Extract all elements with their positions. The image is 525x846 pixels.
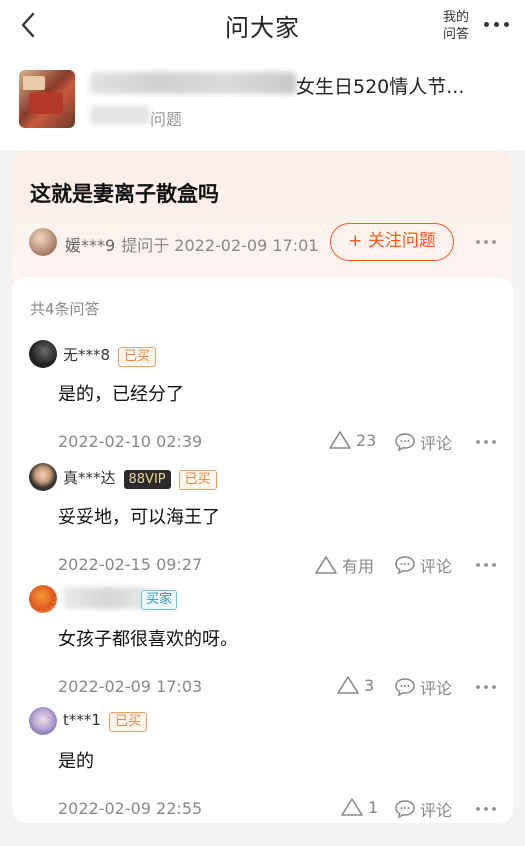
answer-user: t***1 已买 bbox=[63, 711, 147, 732]
top-navigation-bar: 问大家 我的 问答 bbox=[0, 0, 525, 50]
comment-bubble-icon bbox=[395, 800, 415, 819]
avatar[interactable] bbox=[29, 463, 57, 491]
comment-label: 评论 bbox=[420, 679, 453, 698]
answer-text: 女孩子都很喜欢的呀。 bbox=[58, 629, 238, 650]
answer-date: 2022-02-15 09:27 bbox=[58, 555, 203, 574]
question-title: 这就是妻离子散盒吗 bbox=[30, 182, 219, 206]
answers-count: 共4条问答 bbox=[30, 300, 100, 318]
comment-bubble-icon bbox=[395, 556, 415, 575]
answer-date: 2022-02-09 17:03 bbox=[58, 677, 203, 696]
question-card: 这就是妻离子散盒吗 媛***9 提问于 2022-02-09 17:01 + 关注… bbox=[12, 152, 513, 287]
avatar[interactable] bbox=[29, 340, 57, 368]
follow-question-button[interactable]: + 关注问题 bbox=[330, 223, 454, 261]
list-item: 买家 女孩子都很喜欢的呀。 2022-02-09 17:03 3 评论 bbox=[12, 585, 513, 707]
product-count-redacted bbox=[90, 106, 150, 124]
list-item: 真***达 88VIP 已买 妥妥地，可以海王了 2022-02-15 09:27 … bbox=[12, 463, 513, 585]
thumb-up-triangle-icon bbox=[315, 556, 337, 574]
upvote-label: 有用 bbox=[342, 557, 375, 576]
list-item: t***1 已买 是的 2022-02-09 22:55 1 评论 bbox=[12, 707, 513, 829]
avatar[interactable] bbox=[29, 707, 57, 735]
comment-label: 评论 bbox=[420, 801, 453, 820]
answers-list: 共4条问答 无***8 已买 是的，已经分了 2022-02-10 02:39 2… bbox=[12, 278, 513, 823]
buyer-badge: 买家 bbox=[141, 590, 178, 610]
answer-text: 妥妥地，可以海王了 bbox=[58, 507, 220, 528]
product-question-count-label: 问题 bbox=[150, 110, 183, 129]
answer-text: 是的，已经分了 bbox=[58, 384, 184, 405]
answer-more-icon[interactable] bbox=[476, 440, 496, 444]
comment-bubble-icon bbox=[395, 433, 415, 452]
answer-date: 2022-02-09 22:55 bbox=[58, 799, 203, 818]
answer-username: 无***8 bbox=[63, 346, 111, 364]
comment-button[interactable]: 评论 bbox=[394, 430, 452, 454]
upvote-button[interactable]: 3 bbox=[336, 675, 374, 695]
my-qa-button[interactable]: 我的 问答 bbox=[436, 9, 476, 43]
product-thumbnail bbox=[19, 70, 75, 128]
asker-meta: 媛***9 提问于 2022-02-09 17:01 bbox=[65, 232, 318, 256]
answer-more-icon[interactable] bbox=[476, 807, 496, 811]
comment-button[interactable]: 评论 bbox=[394, 797, 452, 821]
my-qa-label-line1: 我的 bbox=[442, 10, 469, 25]
asked-time: 提问于 2022-02-09 17:01 bbox=[121, 236, 319, 255]
asker-name: 媛***9 bbox=[65, 236, 116, 255]
thumb-up-triangle-icon bbox=[329, 431, 351, 449]
answer-more-icon[interactable] bbox=[476, 685, 496, 689]
avatar[interactable] bbox=[29, 228, 57, 256]
answer-username: 真***达 bbox=[63, 469, 116, 487]
upvote-count: 3 bbox=[364, 675, 375, 695]
comment-label: 评论 bbox=[420, 557, 453, 576]
upvote-count: 1 bbox=[368, 797, 379, 817]
answer-date: 2022-02-10 02:39 bbox=[58, 432, 203, 451]
answer-user: 无***8 已买 bbox=[63, 344, 157, 367]
answer-user: 买家 bbox=[141, 589, 178, 610]
comment-button[interactable]: 评论 bbox=[394, 675, 452, 699]
thumb-up-triangle-icon bbox=[337, 676, 359, 694]
comment-button[interactable]: 评论 bbox=[394, 553, 452, 577]
vip-badge: 88VIP bbox=[123, 470, 171, 489]
product-summary[interactable]: 女生日520情人节... 问题 bbox=[0, 50, 525, 150]
more-icon[interactable] bbox=[484, 19, 512, 29]
bought-badge: 已买 bbox=[118, 347, 157, 367]
thumb-up-triangle-icon bbox=[341, 798, 363, 816]
product-title-redacted bbox=[90, 72, 296, 94]
upvote-button[interactable]: 1 bbox=[340, 797, 378, 817]
answer-more-icon[interactable] bbox=[476, 563, 496, 567]
product-title: 女生日520情人节... bbox=[296, 76, 465, 98]
answer-user: 真***达 88VIP 已买 bbox=[63, 467, 217, 490]
question-more-icon[interactable] bbox=[476, 240, 496, 244]
answer-username: t***1 bbox=[63, 711, 101, 729]
bought-badge: 已买 bbox=[108, 712, 147, 732]
comment-label: 评论 bbox=[420, 434, 453, 453]
comment-bubble-icon bbox=[395, 678, 415, 697]
upvote-button[interactable]: 有用 bbox=[314, 553, 374, 577]
answer-text: 是的 bbox=[58, 751, 94, 772]
upvote-button[interactable]: 23 bbox=[328, 430, 376, 450]
my-qa-label-line2: 问答 bbox=[442, 27, 469, 42]
list-item: 无***8 已买 是的，已经分了 2022-02-10 02:39 23 评论 bbox=[12, 340, 513, 462]
upvote-count: 23 bbox=[356, 430, 377, 450]
bought-badge: 已买 bbox=[178, 470, 217, 490]
avatar[interactable] bbox=[29, 585, 57, 613]
